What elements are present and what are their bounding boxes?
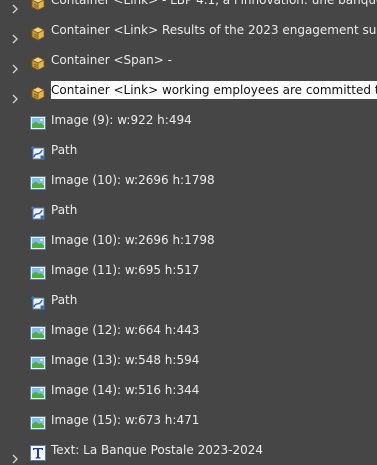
tree-row-label: Text: La Banque Postale 2023-2024	[51, 443, 263, 457]
tree-row-label: Path	[51, 293, 78, 307]
layer-tree: Container <Link> - LBP 4.1, a l'innovati…	[0, 0, 377, 465]
tree-row-label: Image (12): w:664 h:443	[51, 323, 200, 337]
image-icon	[30, 322, 46, 340]
tree-row-label: Image (11): w:695 h:517	[51, 263, 200, 277]
tree-row[interactable]: Text: La Banque Postale 2023-2024	[0, 435, 377, 465]
chevron-right-icon[interactable]	[10, 445, 20, 464]
image-icon	[30, 232, 46, 250]
chevron-right-icon[interactable]	[10, 25, 20, 44]
tree-row[interactable]: Container <Link> Results of the 2023 eng…	[0, 15, 377, 45]
tree-row-label: Image (15): w:673 h:471	[51, 413, 200, 427]
tree-row-label: Image (13): w:548 h:594	[51, 353, 200, 367]
tree-row[interactable]: Container <Span> -	[0, 45, 377, 75]
path-icon	[30, 292, 46, 310]
tree-row-label: Image (10): w:2696 h:1798	[51, 233, 215, 247]
tree-row-label: Path	[51, 143, 78, 157]
tree-row[interactable]: Image (15): w:673 h:471	[0, 405, 377, 435]
image-icon	[30, 172, 46, 190]
tree-row[interactable]: Container <Link> working employees are c…	[0, 75, 377, 105]
image-icon	[30, 112, 46, 130]
tree-row[interactable]: Image (12): w:664 h:443	[0, 315, 377, 345]
tree-row[interactable]: Container <Link> - LBP 4.1, a l'innovati…	[0, 0, 377, 15]
tree-row-label: Container <Link> working employees are c…	[51, 81, 377, 99]
tree-row[interactable]: Path	[0, 285, 377, 315]
tree-row[interactable]: Path	[0, 195, 377, 225]
image-icon	[30, 412, 46, 430]
container-icon	[30, 82, 46, 101]
tree-row-label: Image (14): w:516 h:344	[51, 383, 200, 397]
tree-row[interactable]: Image (14): w:516 h:344	[0, 375, 377, 405]
path-icon	[30, 142, 46, 160]
tree-row[interactable]: Image (9): w:922 h:494	[0, 105, 377, 135]
tree-row[interactable]: Image (11): w:695 h:517	[0, 255, 377, 285]
path-icon	[30, 202, 46, 220]
text-icon	[30, 442, 46, 461]
tree-row-label: Container <Link> - LBP 4.1, a l'innovati…	[51, 0, 377, 7]
chevron-right-icon[interactable]	[10, 85, 20, 104]
chevron-right-icon[interactable]	[10, 0, 20, 14]
tree-row[interactable]: Path	[0, 135, 377, 165]
tree-row-label: Container <Span> -	[51, 53, 172, 67]
container-icon	[30, 0, 46, 11]
tree-row-label: Image (10): w:2696 h:1798	[51, 173, 215, 187]
container-icon	[30, 52, 46, 71]
image-icon	[30, 382, 46, 400]
image-icon	[30, 352, 46, 370]
image-icon	[30, 262, 46, 280]
tree-row[interactable]: Image (10): w:2696 h:1798	[0, 165, 377, 195]
tree-row-label: Container <Link> Results of the 2023 eng…	[51, 23, 377, 37]
tree-row[interactable]: Image (13): w:548 h:594	[0, 345, 377, 375]
tree-row-label: Path	[51, 203, 78, 217]
container-icon	[30, 22, 46, 41]
tree-row-label: Image (9): w:922 h:494	[51, 113, 192, 127]
tree-row[interactable]: Image (10): w:2696 h:1798	[0, 225, 377, 255]
chevron-right-icon[interactable]	[10, 55, 20, 74]
